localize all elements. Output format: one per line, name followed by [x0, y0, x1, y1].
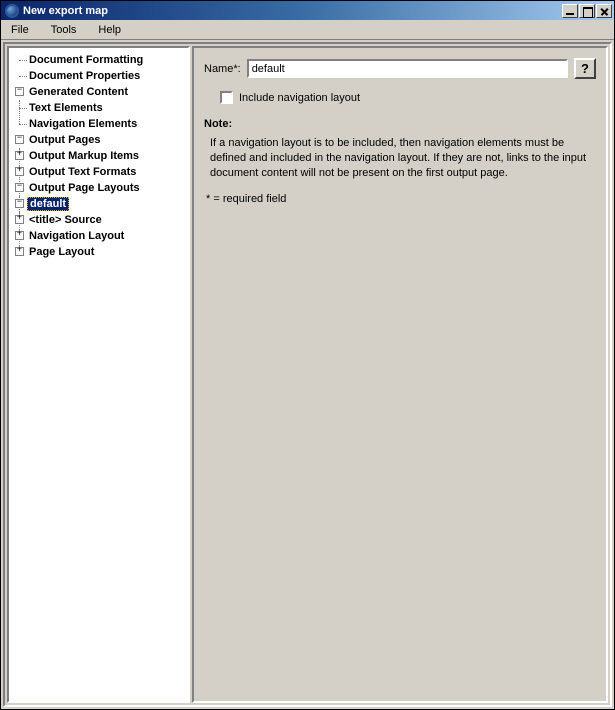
note-body: If a navigation layout is to be included…	[210, 136, 594, 181]
tree-item-generated-content[interactable]: Generated Content	[27, 86, 130, 98]
help-button[interactable]: ?	[574, 58, 596, 79]
expand-icon[interactable]	[15, 247, 24, 256]
note-label: Note:	[204, 118, 596, 130]
tree-item-output-markup-items[interactable]: Output Markup Items	[27, 150, 141, 162]
menu-help[interactable]: Help	[94, 22, 125, 38]
content-panel: Name*: ? Include navigation layout Note:…	[192, 46, 608, 703]
maximize-button[interactable]	[579, 4, 595, 18]
close-button[interactable]	[596, 4, 612, 18]
tree-panel: Document Formatting Document Properties …	[7, 46, 190, 703]
tree-item-default[interactable]: default	[27, 197, 69, 211]
expand-icon[interactable]	[15, 231, 24, 240]
menu-file[interactable]: File	[7, 22, 33, 38]
minimize-button[interactable]	[562, 4, 578, 18]
expand-icon[interactable]	[15, 167, 24, 176]
menubar: File Tools Help	[1, 20, 614, 40]
name-label: Name*:	[204, 63, 241, 75]
tree-item-doc-formatting[interactable]: Document Formatting	[27, 54, 145, 66]
collapse-icon[interactable]	[15, 183, 24, 192]
include-nav-label[interactable]: Include navigation layout	[239, 92, 360, 104]
collapse-icon[interactable]	[15, 135, 24, 144]
workarea: Document Formatting Document Properties …	[3, 42, 612, 707]
expand-icon[interactable]	[15, 215, 24, 224]
tree-item-output-text-formats[interactable]: Output Text Formats	[27, 166, 138, 178]
collapse-icon[interactable]	[15, 87, 24, 96]
tree-item-navigation-layout[interactable]: Navigation Layout	[27, 230, 126, 242]
titlebar: New export map	[1, 1, 614, 20]
tree-item-page-layout[interactable]: Page Layout	[27, 246, 96, 258]
tree-item-output-page-layouts[interactable]: Output Page Layouts	[27, 182, 142, 194]
tree-item-output-pages[interactable]: Output Pages	[27, 134, 103, 146]
tree-item-navigation-elements[interactable]: Navigation Elements	[27, 118, 139, 130]
required-note: * = required field	[206, 193, 594, 205]
tree-item-doc-properties[interactable]: Document Properties	[27, 70, 142, 82]
tree-item-text-elements[interactable]: Text Elements	[27, 102, 105, 114]
name-input[interactable]	[247, 59, 568, 78]
expand-icon[interactable]	[15, 151, 24, 160]
app-icon	[5, 4, 19, 18]
include-nav-checkbox[interactable]	[220, 91, 233, 104]
tree-item-title-source[interactable]: <title> Source	[27, 214, 104, 226]
menu-tools[interactable]: Tools	[47, 22, 81, 38]
collapse-icon[interactable]	[15, 199, 24, 208]
window-title: New export map	[23, 5, 561, 17]
